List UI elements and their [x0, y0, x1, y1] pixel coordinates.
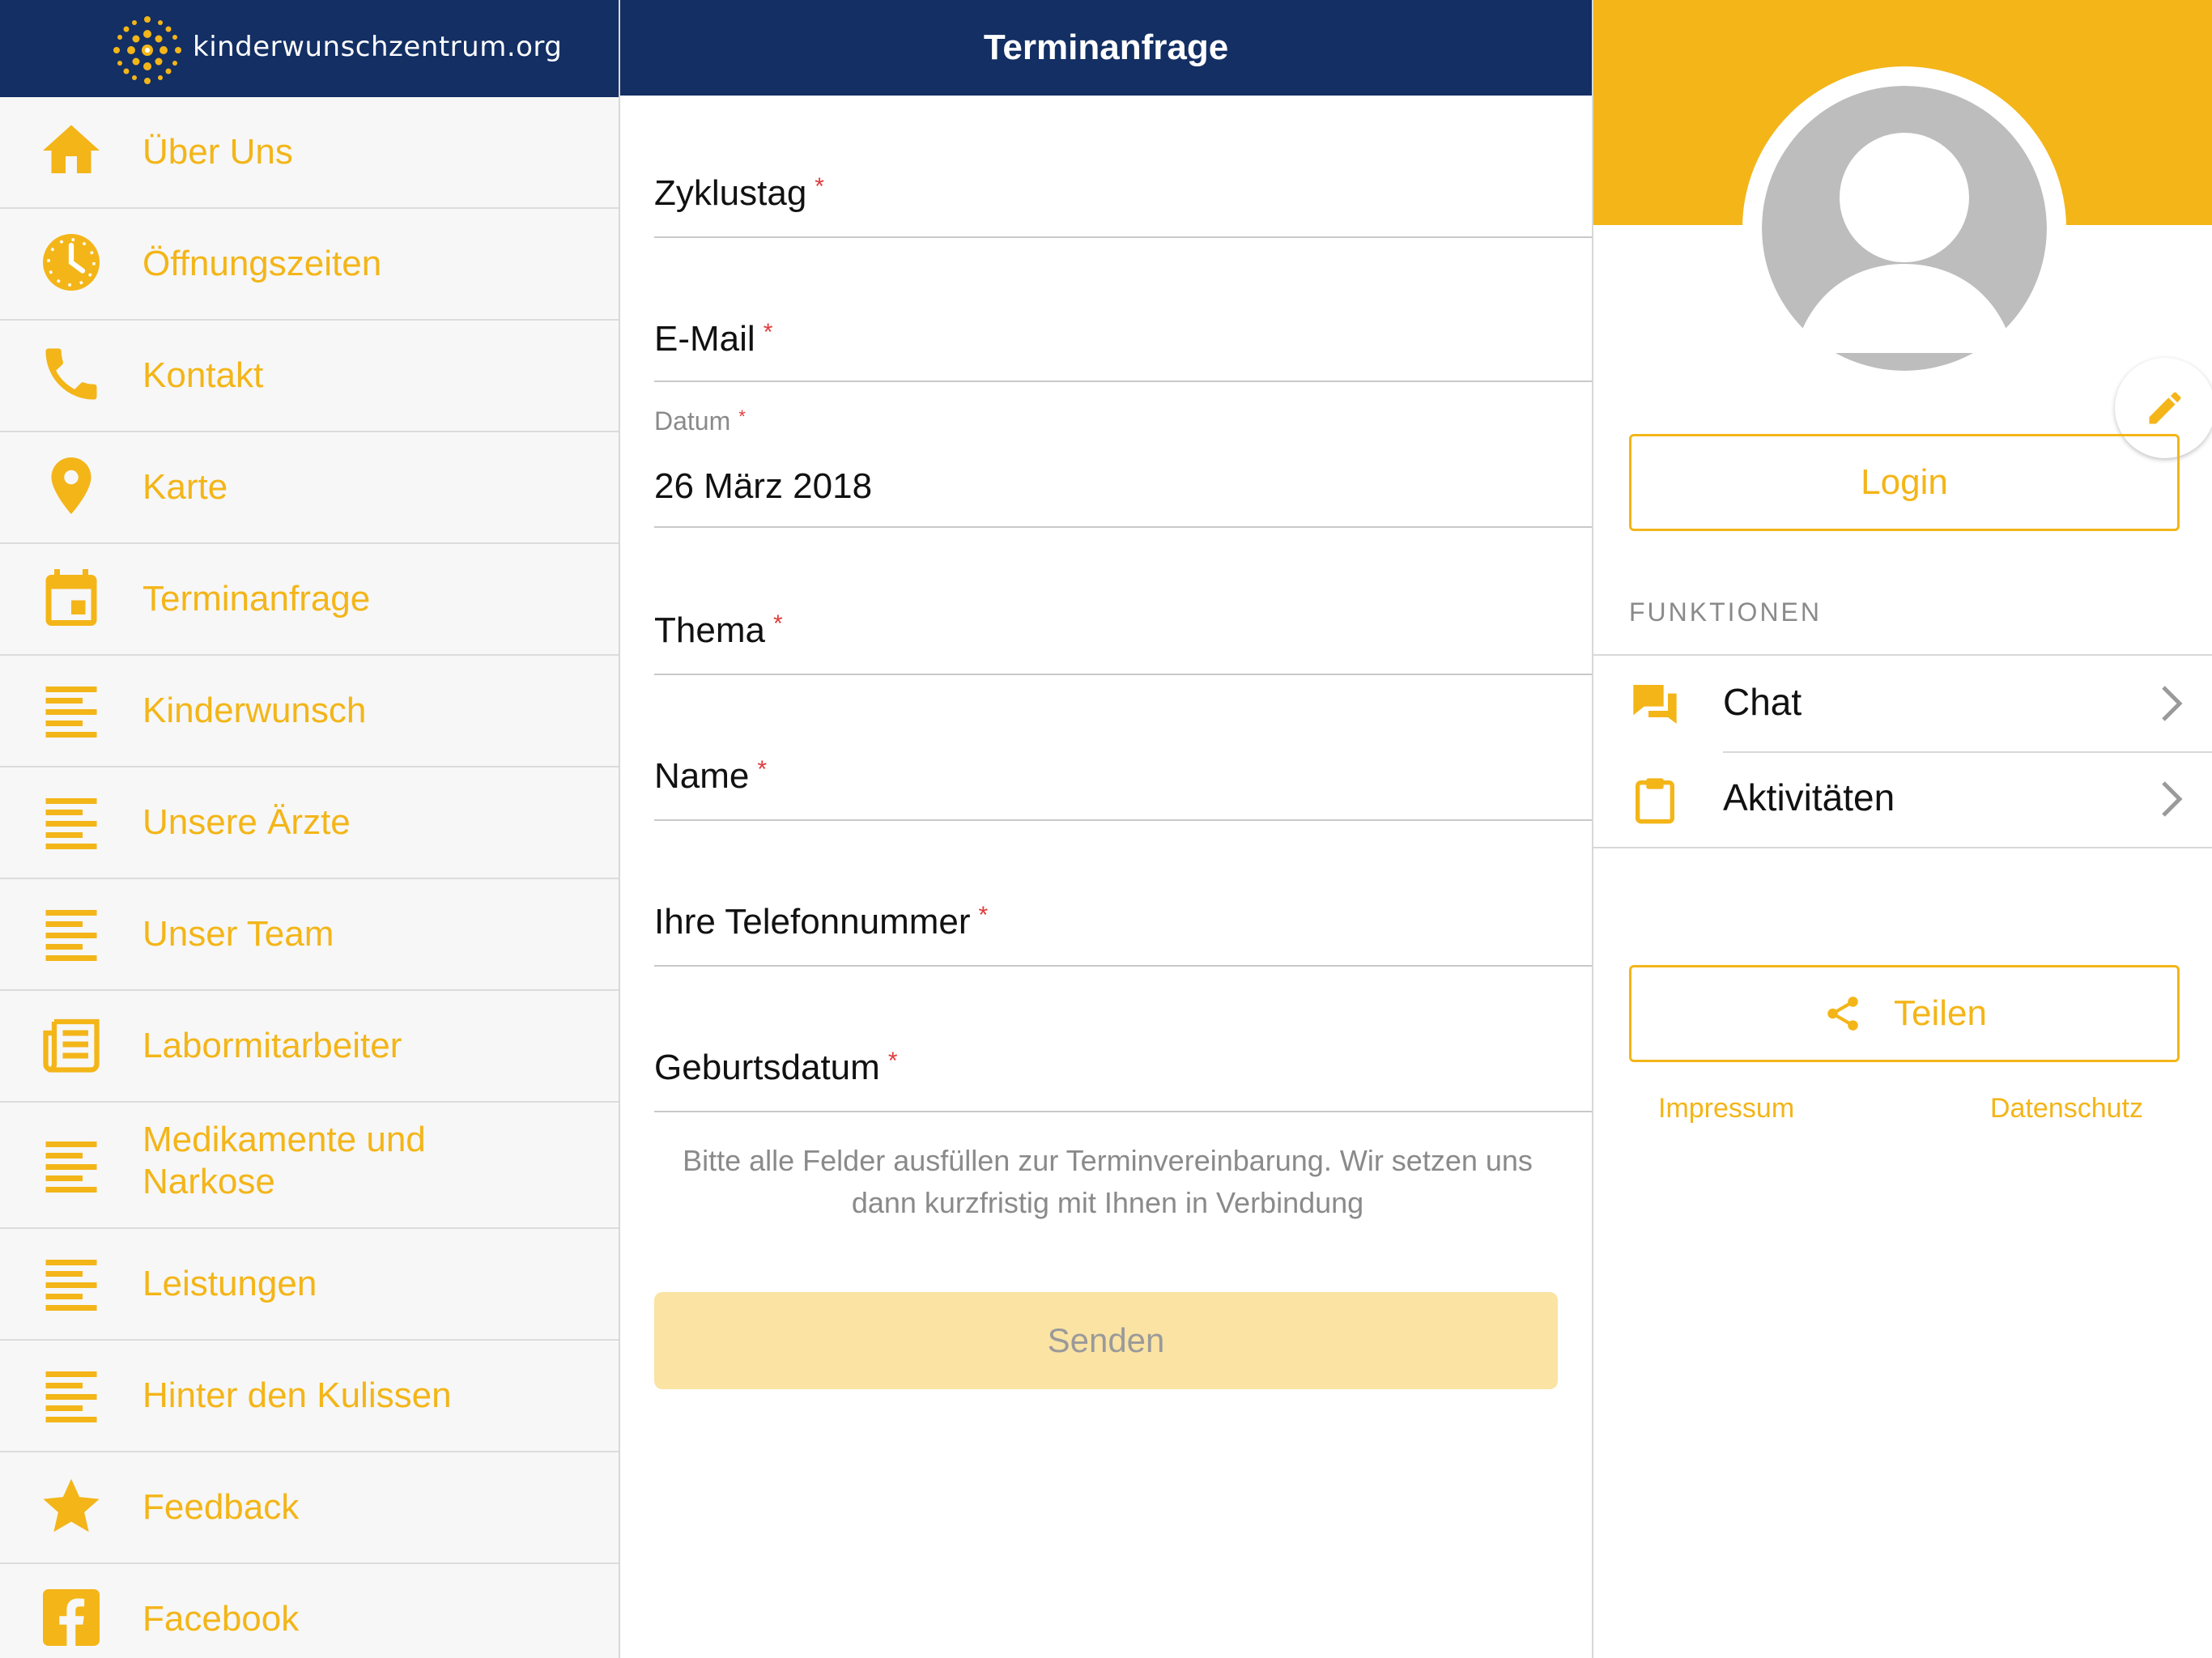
text-lines-icon	[37, 675, 105, 743]
send-button[interactable]: Senden	[654, 1292, 1558, 1389]
chevron-right-icon	[2155, 779, 2188, 819]
field-label-text: E-Mail	[654, 319, 755, 359]
sidebar-item-medikamente[interactable]: Medikamente und Narkose	[0, 1103, 619, 1229]
field-label: Geburtsdatum *	[654, 1048, 898, 1088]
home-icon	[37, 117, 105, 185]
share-button[interactable]: Teilen	[1629, 965, 2180, 1062]
required-marker: *	[763, 319, 773, 346]
field-label: E-Mail *	[654, 319, 772, 359]
function-item-aktivitaeten[interactable]: Aktivitäten	[1593, 751, 2212, 847]
email-field[interactable]: E-Mail *	[654, 291, 1592, 382]
calendar-icon	[37, 563, 105, 631]
chevron-right-icon	[2155, 683, 2188, 724]
logo-text: kinderwunschzentrum.org	[193, 31, 563, 63]
text-lines-icon	[37, 1360, 105, 1428]
avatar-placeholder-icon	[1762, 86, 2047, 371]
sidebar-item-facebook[interactable]: Facebook	[0, 1564, 619, 1658]
clock-icon	[37, 228, 105, 296]
phone-icon	[37, 340, 105, 408]
profile-panel: Login FUNKTIONEN Chat Aktivitäten Teilen	[1593, 0, 2212, 1658]
field-label-text: Ihre Telefonnummer	[654, 902, 971, 942]
required-marker: *	[815, 173, 824, 200]
form-hint: Bitte alle Felder ausfüllen zur Terminve…	[683, 1144, 1533, 1219]
sidebar-item-label: Kinderwunsch	[143, 691, 367, 730]
required-marker: *	[772, 610, 783, 637]
sidebar-item-feedback[interactable]: Feedback	[0, 1452, 619, 1564]
functions-list: Chat Aktivitäten	[1593, 654, 2212, 848]
sidebar-item-ueber-uns[interactable]: Über Uns	[0, 97, 619, 209]
field-label: Thema *	[654, 610, 783, 651]
sidebar: kinderwunschzentrum.org Über Uns Öffnung…	[0, 0, 620, 1658]
page-title: Terminanfrage	[620, 0, 1592, 96]
sidebar-item-label: Öffnungszeiten	[143, 244, 382, 283]
text-lines-icon	[37, 1130, 105, 1198]
sidebar-item-oeffnungszeiten[interactable]: Öffnungszeiten	[0, 209, 619, 321]
field-label: Zyklustag *	[654, 173, 824, 214]
thema-field[interactable]: Thema *	[654, 583, 1592, 675]
name-field[interactable]: Name *	[654, 729, 1592, 821]
function-label: Aktivitäten	[1723, 776, 1895, 818]
required-marker: *	[757, 756, 768, 783]
field-label-text: Datum	[654, 406, 731, 436]
share-icon	[1823, 993, 1863, 1034]
avatar[interactable]	[1742, 66, 2212, 458]
sidebar-item-terminanfrage[interactable]: Terminanfrage	[0, 544, 619, 656]
function-item-chat[interactable]: Chat	[1593, 656, 2212, 751]
datum-value: 26 März 2018	[654, 466, 873, 506]
sidebar-item-label: Facebook	[143, 1599, 300, 1639]
clipboard-icon	[1629, 774, 1681, 826]
sidebar-item-leistungen[interactable]: Leistungen	[0, 1229, 619, 1341]
field-label: Ihre Telefonnummer *	[654, 902, 988, 942]
sidebar-item-hinter-den-kulissen[interactable]: Hinter den Kulissen	[0, 1341, 619, 1452]
datenschutz-link[interactable]: Datenschutz	[1990, 1093, 2143, 1124]
sidebar-item-label: Labormitarbeiter	[143, 1026, 402, 1065]
facebook-icon	[37, 1584, 105, 1652]
sidebar-item-label: Leistungen	[143, 1264, 317, 1303]
sidebar-item-label: Unser Team	[143, 914, 334, 954]
map-pin-icon	[37, 452, 105, 520]
newspaper-icon	[37, 1010, 105, 1078]
star-icon	[37, 1472, 105, 1540]
datum-field[interactable]: Datum * 26 März 2018	[654, 380, 1592, 528]
text-lines-icon	[37, 1248, 105, 1316]
required-marker: *	[887, 1048, 898, 1074]
sidebar-item-unser-team[interactable]: Unser Team	[0, 879, 619, 991]
sidebar-item-label: Feedback	[143, 1487, 300, 1527]
field-label-text: Name	[654, 756, 750, 796]
field-label: Datum *	[654, 406, 746, 436]
telefonnummer-field[interactable]: Ihre Telefonnummer *	[654, 874, 1592, 967]
sidebar-header: kinderwunschzentrum.org	[0, 0, 619, 97]
required-marker: *	[738, 406, 746, 427]
logo-icon	[107, 10, 188, 91]
sidebar-item-label: Kontakt	[143, 355, 264, 395]
function-label: Chat	[1723, 681, 1802, 723]
sidebar-item-labormitarbeiter[interactable]: Labormitarbeiter	[0, 991, 619, 1103]
login-button[interactable]: Login	[1629, 434, 2180, 531]
sidebar-item-karte[interactable]: Karte	[0, 432, 619, 544]
zyklustag-field[interactable]: Zyklustag *	[654, 146, 1592, 238]
field-label-text: Geburtsdatum	[654, 1048, 880, 1087]
chat-icon	[1629, 678, 1681, 730]
text-lines-icon	[37, 899, 105, 967]
sidebar-item-kontakt[interactable]: Kontakt	[0, 321, 619, 432]
field-label: Name *	[654, 756, 767, 797]
sidebar-item-label: Unsere Ärzte	[143, 802, 351, 842]
sidebar-item-label: Terminanfrage	[143, 579, 371, 619]
sidebar-item-label: Hinter den Kulissen	[143, 1375, 452, 1415]
sidebar-item-label: Karte	[143, 467, 228, 507]
sidebar-item-kinderwunsch[interactable]: Kinderwunsch	[0, 656, 619, 767]
share-label: Teilen	[1894, 993, 1987, 1033]
required-marker: *	[978, 902, 989, 929]
appointment-form-panel: Terminanfrage Zyklustag * E-Mail * Datum * …	[620, 0, 1593, 1658]
impressum-link[interactable]: Impressum	[1658, 1093, 1794, 1124]
sidebar-item-label: Über Uns	[143, 132, 293, 172]
pencil-icon	[2149, 392, 2181, 424]
text-lines-icon	[37, 787, 105, 855]
section-title: FUNKTIONEN	[1629, 597, 1822, 627]
geburtsdatum-field[interactable]: Geburtsdatum *	[654, 1020, 1592, 1112]
field-label-text: Zyklustag	[654, 173, 807, 213]
field-label-text: Thema	[654, 610, 765, 650]
sidebar-item-unsere-aerzte[interactable]: Unsere Ärzte	[0, 767, 619, 879]
sidebar-item-label: Medikamente und Narkose	[143, 1120, 426, 1201]
